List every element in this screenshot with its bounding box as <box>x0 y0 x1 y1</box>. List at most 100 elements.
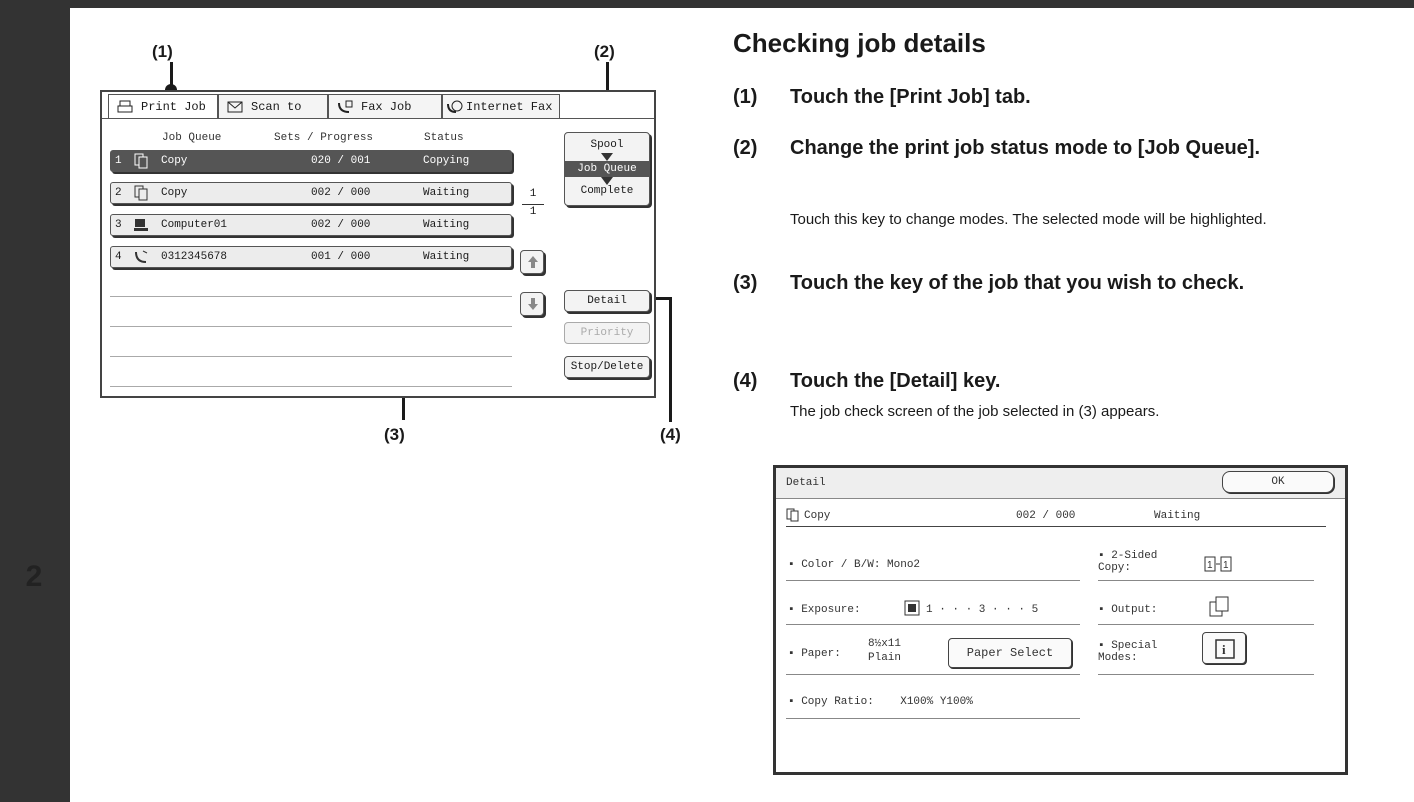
field-underline <box>786 624 1080 625</box>
tab-underline <box>102 118 654 119</box>
two-sided-text: 2-Sided Copy: <box>1098 550 1158 574</box>
page-divider <box>522 204 544 205</box>
step-text: Touch the [Print Job] tab. <box>790 86 1031 108</box>
detail-title: Detail <box>786 477 826 489</box>
paper-size: 8½x11 <box>868 638 902 650</box>
job-name: Copy <box>804 510 831 522</box>
step-4-description: The job check screen of the job selected… <box>790 403 1160 420</box>
paper-label: ▪ Paper: <box>788 648 841 660</box>
job-progress: 002 / 000 <box>1016 510 1076 522</box>
empty-row-line <box>110 386 512 387</box>
step-num: (1) <box>733 86 758 108</box>
col-status: Status <box>424 132 464 144</box>
callout-1: (1) <box>152 42 173 61</box>
color-bw: ▪ Color / B/W: Mono2 <box>788 559 921 571</box>
step-3: (3) Touch the key of the job that you wi… <box>733 268 1244 299</box>
col-job-queue: Job Queue <box>162 132 222 144</box>
tab-label: Print Job <box>141 99 206 114</box>
computer-icon <box>133 217 149 237</box>
exposure-scale: 1 · · · 3 · · · 5 <box>926 604 1039 616</box>
output-text: Output: <box>1111 604 1158 616</box>
tab-label: Fax Job <box>361 99 412 114</box>
mode-complete: Complete <box>580 185 634 197</box>
mode-selector[interactable]: Spool Job Queue Complete <box>564 132 650 206</box>
row-num: 1 <box>115 155 122 167</box>
job-row-2[interactable]: 2 Copy 002 / 000 Waiting <box>110 182 512 204</box>
mode-spool: Spool <box>590 139 624 151</box>
arrow-up-icon <box>527 255 539 273</box>
output-label: ▪ Output: <box>1098 604 1158 616</box>
exposure-auto-icon <box>904 600 920 620</box>
tab-scan-to[interactable]: Scan to <box>218 94 328 118</box>
special-modes-text: Special Modes: <box>1098 640 1158 664</box>
step-number: 2 <box>25 560 43 593</box>
tab-print-job[interactable]: Print Job <box>108 94 218 118</box>
detail-screen: Detail OK Copy 002 / 000 Waiting ▪ Color… <box>773 465 1348 775</box>
page-total: 1 <box>529 206 537 218</box>
ok-button[interactable]: OK <box>1222 471 1334 493</box>
field-underline <box>1098 624 1314 625</box>
callout-4: (4) <box>660 425 681 444</box>
tab-internet-fax[interactable]: Internet Fax <box>442 94 560 118</box>
mode-job-queue: Job Queue <box>565 161 649 177</box>
field-underline <box>786 718 1080 719</box>
detail-button[interactable]: Detail <box>564 290 650 312</box>
row-status: Copying <box>423 155 470 167</box>
printer-icon <box>117 100 133 114</box>
exposure-label: ▪ Exposure: <box>788 604 861 616</box>
paper-text: Paper: <box>801 648 841 660</box>
row-progress: 002 / 000 <box>311 219 371 231</box>
svg-text:1: 1 <box>1223 560 1229 571</box>
copy-icon <box>133 153 149 173</box>
row-status: Waiting <box>423 187 470 199</box>
row-progress: 002 / 000 <box>311 187 371 199</box>
row-name: Copy <box>161 187 188 199</box>
step-2: (2) Change the print job status mode to … <box>733 133 1260 164</box>
tab-fax-job[interactable]: Fax Job <box>328 94 442 118</box>
scroll-down-button[interactable] <box>520 292 544 316</box>
job-row-4[interactable]: 4 0312345678 001 / 000 Waiting <box>110 246 512 268</box>
priority-button[interactable]: Priority <box>564 322 650 344</box>
empty-row-line <box>110 356 512 357</box>
output-tray-icon <box>1208 596 1232 622</box>
copy-ratio-text: Copy Ratio: X100% Y100% <box>801 696 973 708</box>
step-1: (1) Touch the [Print Job] tab. <box>733 82 1031 113</box>
scroll-up-button[interactable] <box>520 250 544 274</box>
empty-row-line <box>110 296 512 297</box>
paper-select-button[interactable]: Paper Select <box>948 638 1072 668</box>
phone-icon <box>133 249 149 269</box>
step-sidebar: 2 <box>0 0 70 802</box>
field-underline <box>786 580 1080 581</box>
detail-title-bar: Detail OK <box>776 468 1345 499</box>
section-heading: Checking job details <box>733 28 986 58</box>
callout-3: (3) <box>384 425 405 444</box>
row-num: 2 <box>115 187 122 199</box>
special-modes-button[interactable]: i <box>1202 632 1246 664</box>
row-status: Waiting <box>423 251 470 263</box>
step-text: Touch the key of the job that you wish t… <box>790 272 1245 294</box>
job-row-1[interactable]: 1 Copy 020 / 001 Copying <box>110 150 512 172</box>
job-status-panel: Print Job Scan to Fax Job Internet Fax J… <box>100 90 656 398</box>
step-num: (3) <box>733 272 758 294</box>
col-sets-progress: Sets / Progress <box>274 132 374 144</box>
row-name: Copy <box>161 155 188 167</box>
step-text: Touch the [Detail] key. <box>790 370 1001 392</box>
special-modes-label: ▪ Special Modes: <box>1098 640 1158 664</box>
svg-text:i: i <box>1222 642 1226 657</box>
svg-text:1: 1 <box>1207 560 1213 571</box>
step-2-description: Touch this key to change modes. The sele… <box>790 211 1267 228</box>
step-4: (4) Touch the [Detail] key. <box>733 366 1000 397</box>
row-progress: 020 / 001 <box>311 155 371 167</box>
scan-icon <box>227 100 243 114</box>
color-bw-text: Color / B/W: Mono2 <box>801 559 921 571</box>
row-name: 0312345678 <box>161 251 228 263</box>
step-text: Change the print job status mode to [Job… <box>790 137 1261 159</box>
callout-4-line <box>669 297 672 422</box>
row-num: 3 <box>115 219 122 231</box>
copy-icon <box>133 185 149 205</box>
row-num: 4 <box>115 251 122 263</box>
row-name: Computer01 <box>161 219 228 231</box>
duplex-icon: 11 <box>1204 556 1232 576</box>
stop-delete-button[interactable]: Stop/Delete <box>564 356 650 378</box>
job-row-3[interactable]: 3 Computer01 002 / 000 Waiting <box>110 214 512 236</box>
